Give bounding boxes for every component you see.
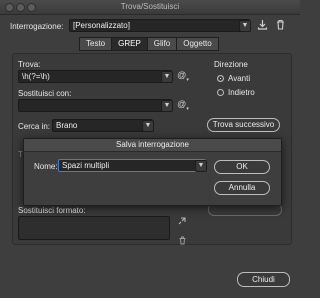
- window-title: Trova/Sostituisci: [120, 2, 180, 11]
- dialog-title: Salva interrogazione: [24, 139, 281, 152]
- close-button[interactable]: Chiudi: [237, 272, 290, 287]
- chevron-down-icon[interactable]: ▼: [142, 120, 154, 132]
- find-value: \h(?=\h): [22, 72, 50, 81]
- dialog-ok-button[interactable]: OK: [214, 160, 270, 174]
- delete-query-icon[interactable]: [274, 19, 286, 31]
- chevron-down-icon[interactable]: ▼: [239, 20, 251, 32]
- format-specify-icon[interactable]: [177, 216, 187, 227]
- query-label: Interrogazione:: [10, 22, 64, 31]
- save-query-icon[interactable]: [256, 19, 268, 31]
- direction-forward-label: Avanti: [228, 74, 251, 83]
- at-symbol-icon[interactable]: @▾: [177, 99, 189, 112]
- save-query-dialog: Salva interrogazione Nome: Spazi multipl…: [23, 138, 282, 206]
- tab-grep[interactable]: GREP: [111, 37, 148, 51]
- find-label: Trova:: [18, 60, 41, 69]
- replace-format-label: Sostituisci formato:: [18, 206, 86, 215]
- direction-label: Direzione: [214, 60, 248, 69]
- tab-oggetto[interactable]: Oggetto: [176, 37, 219, 51]
- search-in-select[interactable]: Brano: [52, 119, 153, 132]
- chevron-down-icon[interactable]: ▼: [195, 160, 207, 172]
- tab-bar: Testo GREP Glifo Oggetto: [79, 37, 219, 51]
- replace-label: Sostituisci con:: [18, 89, 72, 98]
- direction-forward-radio[interactable]: [217, 75, 224, 82]
- tab-glifo[interactable]: Glifo: [146, 37, 178, 51]
- search-in-label: Cerca in:: [18, 122, 51, 131]
- replace-format-box[interactable]: [18, 216, 170, 240]
- search-in-value: Brano: [56, 121, 78, 130]
- clear-format-trash-icon[interactable]: [177, 236, 187, 247]
- dialog-name-value: Spazi multipli: [62, 161, 110, 170]
- tab-testo[interactable]: Testo: [79, 37, 113, 51]
- query-value: [Personalizzato]: [73, 21, 130, 30]
- at-symbol-icon[interactable]: @▾: [177, 70, 189, 83]
- query-select[interactable]: [Personalizzato]: [69, 19, 250, 32]
- replace-input[interactable]: [18, 99, 172, 112]
- direction-backward-radio[interactable]: [217, 89, 224, 96]
- direction-backward-label: Indietro: [228, 88, 255, 97]
- find-special-chars-dropdown[interactable]: ▼: [161, 71, 173, 83]
- find-input[interactable]: \h(?=\h): [18, 70, 172, 83]
- find-next-button[interactable]: Trova successivo: [207, 118, 280, 132]
- replace-special-chars-dropdown[interactable]: ▼: [161, 100, 173, 112]
- dialog-name-input[interactable]: Spazi multipli: [58, 159, 206, 172]
- dialog-cancel-button[interactable]: Annulla: [214, 181, 270, 195]
- dialog-name-label: Nome:: [34, 162, 58, 171]
